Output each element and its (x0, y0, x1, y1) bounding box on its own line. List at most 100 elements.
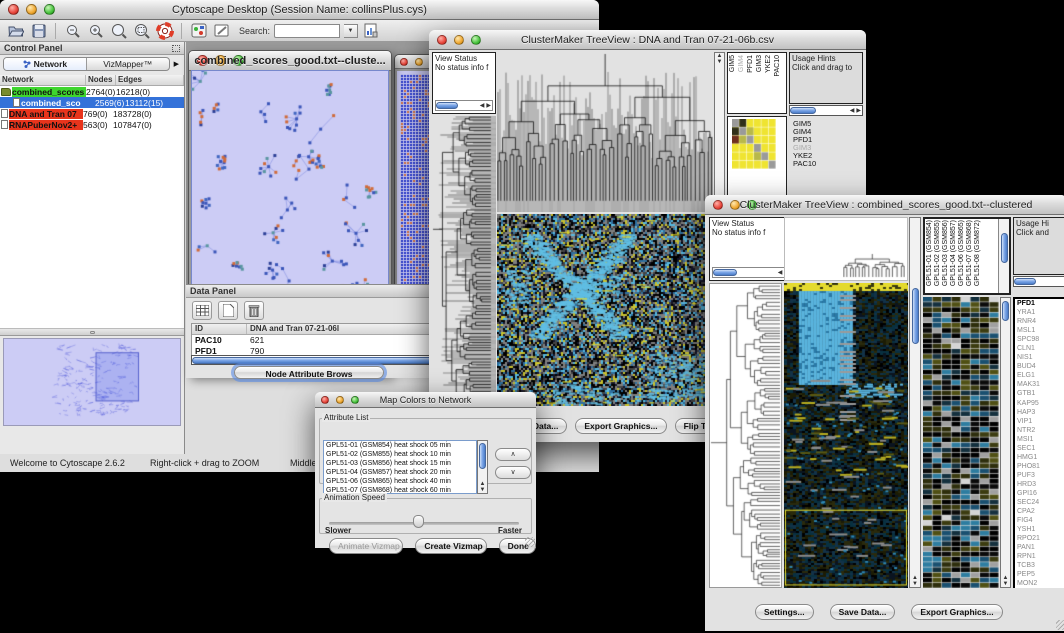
gene-label[interactable]: HRD3 (1015, 480, 1064, 489)
gene-label[interactable]: SPC98 (1015, 335, 1064, 344)
gene-label[interactable]: FIG4 (1015, 516, 1064, 525)
array-dendrogram[interactable] (843, 252, 905, 278)
array-label[interactable]: GPL51-06 (GSM865) (958, 220, 965, 286)
minimize-button[interactable] (415, 58, 423, 66)
save-icon[interactable] (29, 22, 48, 40)
column-header[interactable]: Edges (116, 75, 184, 85)
vizmapper-icon[interactable] (189, 22, 208, 40)
network-row[interactable]: RNAPuberNov2+ 563(0) 107847(0) (0, 119, 184, 130)
treeview-vscrollbar[interactable] (909, 217, 921, 588)
animate-vizmap-button[interactable]: Animate Vizmap (329, 538, 403, 554)
gene-dendrogram[interactable] (432, 116, 496, 406)
array-dendrogram[interactable] (497, 52, 713, 212)
gene-label[interactable]: PAN1 (1015, 543, 1064, 552)
network-window-1-titlebar[interactable]: combined_scores_good.txt--cluste... (189, 51, 391, 71)
gene-label[interactable]: MSL1 (1015, 326, 1064, 335)
gene-label[interactable]: YRA1 (1015, 308, 1064, 317)
zoom-fit-icon[interactable] (109, 22, 128, 40)
view-status-scrollbar[interactable] (435, 100, 493, 111)
export-graphics-button[interactable]: Export Graphics... (575, 418, 666, 434)
annotation-icon[interactable] (212, 22, 231, 40)
tab-overflow-icon[interactable]: ▶ (172, 60, 181, 68)
float-panel-icon[interactable] (172, 45, 180, 52)
array-label[interactable]: PFD1 (747, 55, 754, 73)
gene-label[interactable]: GTB1 (1015, 389, 1064, 398)
attribute-item[interactable]: GPL51-01 (GSM854) heat shock 05 min (324, 441, 476, 450)
network-row[interactable]: DNA and Tran 07 769(0) 183728(0) (0, 108, 184, 119)
scroll-down-icon[interactable] (479, 487, 487, 493)
zoom-out-icon[interactable] (63, 22, 82, 40)
scroll-down-icon[interactable] (911, 581, 919, 587)
array-label[interactable]: GPL51-01 (GSM854) (926, 220, 933, 286)
scrollbar-thumb[interactable] (912, 288, 919, 344)
treeview-combined-titlebar[interactable]: ClusterMaker TreeView : combined_scores_… (705, 195, 1064, 215)
gene-label[interactable]: PUF3 (1015, 471, 1064, 480)
scrollbar-thumb[interactable] (790, 107, 816, 114)
scroll-left-icon[interactable] (849, 108, 856, 114)
gene-dendrogram[interactable] (710, 284, 781, 587)
network-row[interactable]: combined_scores 2764(0) 16218(0) (0, 86, 184, 97)
treeview-dna-titlebar[interactable]: ClusterMaker TreeView : DNA and Tran 07-… (429, 30, 866, 50)
scroll-down-icon[interactable] (716, 59, 724, 65)
new-attribute-icon[interactable] (218, 301, 238, 320)
gene-label[interactable]: PHO81 (1015, 462, 1064, 471)
gene-label[interactable]: HMG1 (1015, 453, 1064, 462)
column-header[interactable]: Network (0, 75, 86, 85)
move-down-button[interactable]: ∨ (495, 466, 531, 479)
array-label[interactable]: GIM4 (738, 55, 745, 72)
gene-label[interactable]: TCB3 (1015, 561, 1064, 570)
network-report-icon[interactable] (362, 22, 381, 40)
zoom-heatmap[interactable] (732, 119, 776, 169)
resize-grip[interactable] (525, 537, 535, 547)
speed-slider-track[interactable] (329, 522, 519, 525)
array-label[interactable]: GPL51-04 (GSM857) (950, 220, 957, 286)
scroll-down-icon[interactable] (1002, 581, 1010, 587)
scrollbar-thumb[interactable] (1002, 301, 1009, 321)
gene-label[interactable]: CPA2 (1015, 507, 1064, 516)
create-vizmap-button[interactable]: Create Vizmap (415, 538, 486, 554)
array-label[interactable]: PAC10 (774, 55, 781, 77)
gene-label[interactable]: GPI16 (1015, 489, 1064, 498)
scroll-left-icon[interactable] (479, 103, 486, 109)
gene-label[interactable]: MAK31 (1015, 380, 1064, 389)
move-up-button[interactable]: ∧ (495, 448, 531, 461)
gene-label[interactable]: NIS1 (1015, 353, 1064, 362)
array-label[interactable]: GPL51-08 (GSM872) (974, 220, 981, 286)
open-icon[interactable] (6, 22, 25, 40)
gene-label[interactable]: RNR4 (1015, 317, 1064, 326)
gene-label[interactable]: BUD4 (1015, 362, 1064, 371)
search-input[interactable] (274, 24, 340, 38)
scrollbar-thumb[interactable] (1001, 233, 1008, 263)
labels-scrollbar[interactable] (998, 219, 1009, 293)
dialog-titlebar[interactable]: Map Colors to Network (315, 392, 536, 408)
search-dropdown-icon[interactable]: ▼ (344, 24, 358, 38)
gene-label[interactable]: SEC1 (1015, 444, 1064, 453)
scrollbar-thumb[interactable] (436, 102, 458, 109)
close-button[interactable] (400, 58, 408, 66)
gene-label[interactable]: CLN1 (1015, 344, 1064, 353)
gene-label[interactable]: VIP1 (1015, 417, 1064, 426)
array-label[interactable]: GIM3 (756, 55, 763, 72)
zoom-vscrollbar[interactable] (1000, 297, 1011, 588)
node-attribute-browser-button[interactable]: Node Attribute Brows (234, 366, 384, 379)
main-titlebar[interactable]: Cytoscape Desktop (Session Name: collins… (0, 0, 599, 20)
gene-label[interactable]: MON2 (1015, 579, 1064, 588)
resize-grip[interactable] (1056, 620, 1064, 630)
speed-slider-thumb[interactable] (413, 515, 424, 528)
scrollbar-thumb[interactable] (1014, 278, 1036, 285)
gene-label[interactable]: RPO21 (1015, 534, 1064, 543)
attribute-item[interactable]: GPL51-03 (GSM856) heat shock 15 min (324, 459, 476, 468)
view-status-scrollbar[interactable] (712, 267, 791, 278)
global-heatmap[interactable] (784, 283, 908, 588)
array-label[interactable]: GPL51-03 (GSM856) (942, 220, 949, 286)
column-header[interactable]: Nodes (86, 75, 116, 85)
network-overview[interactable] (3, 338, 181, 426)
gene-label[interactable]: ELG1 (1015, 371, 1064, 380)
gene-label[interactable]: MSI1 (1015, 435, 1064, 444)
export-graphics-button[interactable]: Export Graphics... (911, 604, 1002, 620)
column-header[interactable]: ID (192, 324, 247, 334)
array-label[interactable]: GPL51-07 (GSM868) (966, 220, 973, 286)
attribute-item[interactable]: GPL51-06 (GSM865) heat shock 40 min (324, 477, 476, 486)
gene-label[interactable]: RPN1 (1015, 552, 1064, 561)
gene-label[interactable]: YSH1 (1015, 525, 1064, 534)
